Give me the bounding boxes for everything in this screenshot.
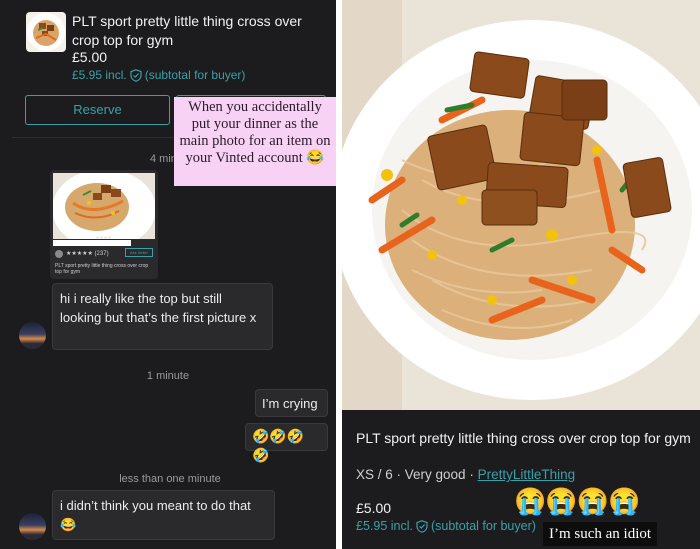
message-bubble-own: I’m crying — [255, 389, 328, 417]
subtotal-note: (subtotal for buyer) — [144, 68, 246, 82]
card-title: PLT sport pretty little thing cross over… — [55, 263, 149, 275]
brand-link[interactable]: PrettyLittleThing — [478, 467, 576, 482]
buyer-protection-icon — [416, 519, 428, 533]
item-photo[interactable]: ●●●● — [342, 0, 700, 410]
item-title: PLT sport pretty little thing cross over… — [356, 430, 691, 446]
card-rating: ★★★★★ (237) — [66, 251, 109, 257]
incl-price: £5.95 incl. — [356, 519, 413, 533]
carousel-dot-active[interactable]: ● — [504, 387, 512, 397]
item-screen: ●●●● PLT sport pretty little thing cross… — [342, 0, 700, 549]
item-thumbnail[interactable] — [26, 12, 66, 52]
card-seller-bar — [53, 240, 131, 246]
item-size-condition: XS / 6 · Very good · — [356, 467, 478, 482]
item-price: £5.00 — [72, 49, 108, 65]
carousel-dot[interactable]: ● — [513, 387, 521, 397]
item-price-incl: £5.95 incl. (subtotal for buyer) — [356, 519, 536, 533]
item-details: XS / 6 · Very good · PrettyLittleThing — [356, 467, 575, 482]
item-header[interactable]: PLT sport pretty little thing cross over… — [0, 0, 336, 92]
story-text-label: I’m such an idiot — [543, 522, 658, 546]
avatar[interactable] — [19, 513, 46, 540]
timestamp: less than one minute — [119, 473, 221, 485]
timestamp: 1 minute — [146, 370, 190, 382]
timestamp: 4 min — [150, 153, 177, 165]
item-price-incl: £5.95 incl. (subtotal for buyer) — [72, 68, 245, 82]
crying-emojis: 😭😭😭😭 — [514, 486, 640, 516]
message-bubble-own: 🤣🤣🤣🤣 — [245, 423, 328, 463]
shared-item-card[interactable]: ●●●● ★★★★★ (237) Ask Seller PLT sport pr… — [50, 170, 158, 279]
item-price: £5.00 — [356, 500, 392, 516]
reserve-button[interactable]: Reserve — [25, 95, 170, 125]
chat-screen: PLT sport pretty little thing cross over… — [0, 0, 336, 549]
item-title: PLT sport pretty little thing cross over… — [72, 13, 302, 48]
incl-price: £5.95 incl. — [72, 68, 127, 82]
card-ask-button[interactable]: Ask Seller — [125, 248, 153, 257]
card-photo — [53, 173, 155, 239]
avatar[interactable] — [19, 322, 46, 349]
carousel-dot[interactable]: ● — [529, 387, 537, 397]
message-bubble: hi i really like the top but still looki… — [52, 283, 273, 350]
story-caption: When you accidentally put your dinner as… — [174, 97, 336, 186]
subtotal-note: (subtotal for buyer) — [430, 519, 536, 533]
message-bubble: i didn’t think you meant to do that 😂 — [52, 490, 275, 540]
avatar — [55, 250, 63, 258]
buyer-protection-icon — [130, 68, 142, 82]
carousel-dots[interactable]: ●●●● — [342, 387, 700, 397]
